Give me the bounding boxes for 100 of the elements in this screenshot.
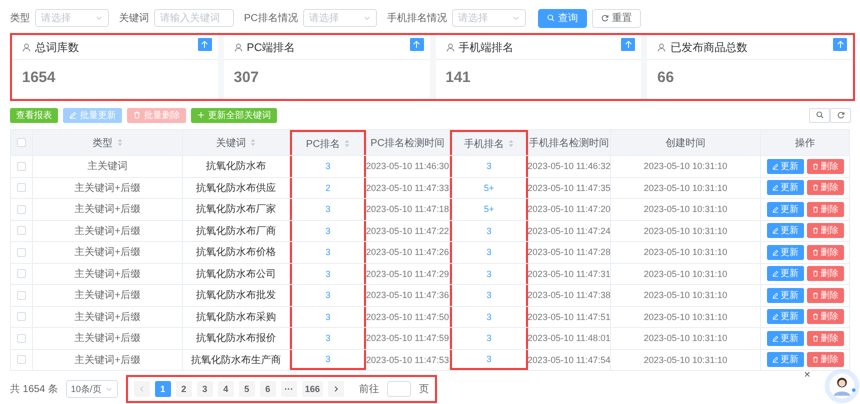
- rank-link[interactable]: 3: [486, 312, 492, 322]
- rank-link[interactable]: 2: [325, 182, 330, 193]
- table-cell: 2023-05-10 11:47:31: [528, 268, 610, 279]
- update-button[interactable]: 更新: [766, 288, 804, 303]
- table-cell: 2023-05-10 11:47:24: [528, 226, 610, 236]
- user-icon: [234, 42, 243, 52]
- stat-value: 66: [656, 68, 675, 86]
- rank-link[interactable]: 5+: [484, 204, 494, 214]
- column-header: 手机排名: [464, 138, 504, 150]
- trash-icon: [812, 248, 818, 256]
- update-button[interactable]: 更新: [766, 266, 804, 282]
- page-button[interactable]: 5: [238, 381, 255, 397]
- checkbox[interactable]: [17, 355, 26, 364]
- trash-icon: [812, 334, 818, 342]
- rank-link[interactable]: 5+: [484, 182, 494, 193]
- rank-link[interactable]: 3: [325, 204, 330, 214]
- page-button[interactable]: ···: [280, 381, 297, 397]
- rank-link[interactable]: 3: [486, 354, 492, 364]
- rank-link[interactable]: 3: [325, 312, 330, 322]
- upload-button[interactable]: [410, 38, 424, 50]
- delete-button[interactable]: 删除: [806, 180, 844, 196]
- column-header: 操作: [795, 136, 815, 150]
- delete-button[interactable]: 删除: [806, 223, 844, 238]
- update-button[interactable]: 更新: [766, 309, 804, 324]
- table-cell: 2023-05-10 10:31:10: [644, 312, 728, 322]
- delete-button[interactable]: 删除: [806, 158, 844, 174]
- table-cell-text: 主关键词+后缀: [74, 268, 140, 281]
- rank-link[interactable]: 3: [325, 247, 330, 258]
- update-button[interactable]: 更新: [766, 202, 804, 217]
- checkbox[interactable]: [17, 183, 26, 192]
- table-cell: 2023-05-10 10:31:10: [644, 354, 728, 365]
- page-button[interactable]: 166: [302, 381, 323, 397]
- pencil-icon: [772, 206, 778, 213]
- delete-button[interactable]: 删除: [806, 330, 844, 346]
- delete-button[interactable]: 删除: [806, 244, 844, 260]
- rank-link[interactable]: 3: [486, 161, 492, 172]
- rank-link[interactable]: 3: [325, 290, 330, 300]
- checkbox[interactable]: [17, 269, 26, 278]
- select-field[interactable]: 请选择: [302, 9, 377, 27]
- rank-link[interactable]: 3: [486, 247, 492, 258]
- update-button[interactable]: 更新: [766, 244, 804, 260]
- page-size-select[interactable]: 10条/页: [66, 380, 118, 398]
- checkbox[interactable]: [17, 334, 26, 343]
- assistant-avatar-icon[interactable]: [824, 368, 860, 404]
- table-cell-text: 主关键词+后缀: [74, 246, 140, 260]
- view-report-button[interactable]: 查看报表: [10, 108, 58, 122]
- next-page-button[interactable]: [328, 381, 344, 397]
- stat-title: PC端排名: [246, 40, 296, 54]
- rank-link[interactable]: 3: [486, 226, 492, 236]
- update-button[interactable]: 更新: [766, 352, 804, 368]
- checkbox[interactable]: [17, 162, 26, 171]
- page-button[interactable]: 2: [176, 381, 192, 397]
- page-button[interactable]: 4: [218, 381, 234, 397]
- checkbox[interactable]: [17, 138, 26, 147]
- checkbox[interactable]: [17, 312, 26, 322]
- rank-link[interactable]: 3: [325, 161, 330, 172]
- search-button[interactable]: 查询: [538, 8, 587, 28]
- page-button[interactable]: 3: [196, 381, 213, 397]
- page-button[interactable]: 1: [154, 381, 171, 397]
- delete-button[interactable]: 删除: [806, 266, 844, 282]
- rank-link[interactable]: 3: [325, 333, 330, 344]
- checkbox[interactable]: [17, 290, 26, 300]
- table-cell: 2023-05-10 11:47:29: [366, 268, 449, 279]
- checkbox[interactable]: [17, 248, 26, 257]
- rank-link[interactable]: 3: [486, 290, 492, 300]
- table-cell: 2023-05-10 10:31:10: [644, 290, 728, 300]
- update-button[interactable]: 更新: [766, 223, 804, 238]
- checkbox[interactable]: [17, 226, 26, 236]
- table-cell: 2023-05-10 10:31:10: [644, 268, 728, 279]
- refresh-button[interactable]: [830, 108, 851, 122]
- upload-button[interactable]: [198, 38, 212, 50]
- rank-link[interactable]: 3: [325, 226, 330, 236]
- update-button[interactable]: 更新: [766, 330, 804, 346]
- table-cell-text: 主关键词+后缀: [74, 310, 140, 324]
- update-all-button[interactable]: 更新全部关键词: [191, 108, 277, 122]
- search-button[interactable]: [809, 108, 830, 122]
- select-field[interactable]: 请选择: [35, 9, 109, 27]
- delete-button[interactable]: 删除: [806, 352, 844, 368]
- rank-link[interactable]: 3: [486, 268, 492, 279]
- delete-button[interactable]: 删除: [806, 288, 844, 303]
- input-field[interactable]: 请输入关键词: [154, 9, 234, 27]
- update-button[interactable]: 更新: [766, 180, 804, 196]
- table-cell-text: 主关键词+后缀: [74, 224, 140, 238]
- delete-button[interactable]: 删除: [806, 202, 844, 217]
- close-icon[interactable]: ×: [804, 370, 810, 381]
- page-input[interactable]: [386, 381, 411, 397]
- rank-link[interactable]: 3: [325, 268, 330, 279]
- table-cell: 2023-05-10 11:47:33: [366, 182, 449, 193]
- table-cell-text: 抗氧化防水布: [206, 160, 266, 174]
- rank-link[interactable]: 3: [325, 354, 330, 364]
- page-button[interactable]: 6: [260, 381, 276, 397]
- table-cell: 2023-05-10 10:31:10: [644, 333, 728, 344]
- chevron-down-icon: [104, 385, 113, 393]
- delete-button[interactable]: 删除: [806, 309, 844, 324]
- reset-button[interactable]: 重置: [592, 8, 641, 28]
- rank-link[interactable]: 3: [486, 333, 492, 344]
- checkbox[interactable]: [17, 204, 26, 214]
- update-button[interactable]: 更新: [766, 158, 804, 174]
- select-field[interactable]: 请选择: [452, 9, 526, 27]
- table-cell: 2023-05-10 11:47:20: [528, 204, 610, 214]
